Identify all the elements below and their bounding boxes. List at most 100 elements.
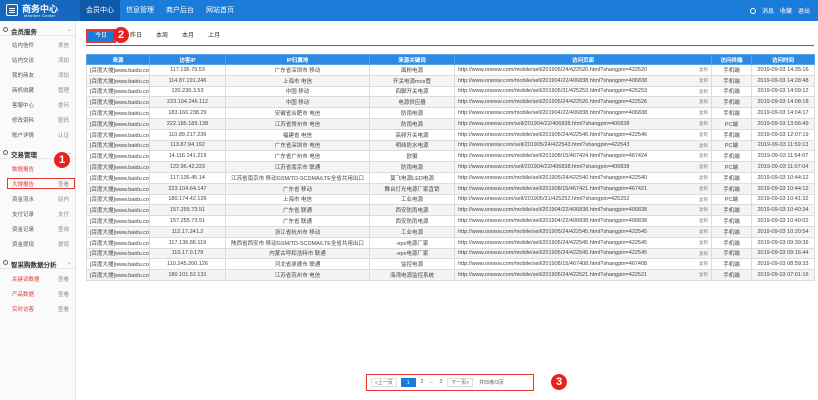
cell-text[interactable]: http://www.onwsw.com/sell/201904/22/4068… xyxy=(458,164,629,170)
tab-yesterday[interactable]: 昨日 xyxy=(130,30,142,42)
sidebar-item-action[interactable]: 查看 xyxy=(58,275,69,283)
sidebar-item-label[interactable]: 产品数据 xyxy=(12,290,34,298)
table-cell[interactable]: http://www.onwsw.com/mobile/sell/201905/… xyxy=(454,247,712,260)
table-cell[interactable]: http://www.onwsw.com/mobile/sell/201905/… xyxy=(454,225,712,238)
tab-this-week[interactable]: 本周 xyxy=(156,30,168,42)
copy-icon[interactable]: 复制 xyxy=(699,132,708,138)
tab-today[interactable]: 今日 xyxy=(86,29,117,43)
sidebar-item[interactable]: 商机收藏 管理 xyxy=(0,84,76,95)
cell-text[interactable]: http://www.onwsw.com/mobile/sell/201904/… xyxy=(458,78,647,84)
sidebar-item-action[interactable]: 密码 xyxy=(58,116,69,124)
sidebar-item[interactable]: 产品数据 查看 xyxy=(0,288,76,299)
sidebar-item-action[interactable]: 提问 xyxy=(58,101,69,109)
sidebar-item-action[interactable]: 站内 xyxy=(58,195,69,203)
table-cell[interactable]: http://www.onwsw.com/mobile/sell/201908/… xyxy=(454,182,712,195)
sidebar-item-label[interactable]: 我的商友 xyxy=(12,71,34,79)
cell-text[interactable]: http://www.onwsw.com/mobile/sell/201905/… xyxy=(458,67,647,73)
sidebar-item[interactable]: 资金流水 站内 xyxy=(0,193,76,204)
sidebar-item-action[interactable]: 发信 xyxy=(58,41,69,49)
sidebar-item[interactable]: 我的商友 添加 xyxy=(0,69,76,80)
sidebar-item-label[interactable]: 关键词数据 xyxy=(12,275,40,283)
user-icon[interactable] xyxy=(749,7,756,14)
table-cell[interactable]: http://www.onwsw.com/mobile/sell/201908/… xyxy=(454,150,712,163)
sidebar-item-label[interactable]: 站内交谈 xyxy=(12,56,34,64)
cell-text[interactable]: http://www.onwsw.com/mobile/sell/201905/… xyxy=(458,272,647,278)
sidebar-item-action[interactable]: 查看 xyxy=(58,305,69,313)
sidebar-section-procurement-analysis[interactable]: 智采购数据分析 ⌄ xyxy=(0,257,76,269)
cell-text[interactable]: http://www.onwsw.com/mobile/sell/201908/… xyxy=(458,261,647,267)
sidebar-item-label[interactable]: 客服中心 xyxy=(12,101,34,109)
sidebar-item-label[interactable]: 数据报告 xyxy=(12,165,34,173)
copy-icon[interactable]: 复制 xyxy=(699,207,708,213)
cell-text[interactable]: http://www.onwsw.com/mobile/sell/201908/… xyxy=(458,186,647,192)
copy-icon[interactable]: 复制 xyxy=(699,251,708,257)
table-cell[interactable]: http://www.onwsw.com/mobile/sell/201904/… xyxy=(454,215,712,227)
cell-text[interactable]: http://www.onwsw.com/mobile/sell/201905/… xyxy=(458,240,647,246)
page-button-3[interactable]: 3 xyxy=(438,378,444,387)
sidebar-item-label[interactable]: 大搜报告 xyxy=(12,180,34,188)
table-cell[interactable]: http://www.onwsw.com/sell/201904/22/4068… xyxy=(454,161,712,173)
sidebar-item-label[interactable]: 资金记录 xyxy=(12,225,34,233)
nav-site-home[interactable]: 网站首页 xyxy=(200,0,240,21)
logo[interactable]: 商务中心 Member Center xyxy=(0,0,80,21)
copy-icon[interactable]: 复制 xyxy=(699,110,708,116)
sidebar-item[interactable]: 支付记录 支付 xyxy=(0,208,76,219)
sidebar-item-label[interactable]: 实时访客 xyxy=(12,305,34,313)
sidebar-item-action[interactable]: 查看 xyxy=(58,180,69,188)
copy-icon[interactable]: 复制 xyxy=(699,197,708,203)
logout-link[interactable]: 退出 xyxy=(798,6,810,15)
nav-merchant-backend[interactable]: 商户后台 xyxy=(160,0,200,21)
copy-icon[interactable]: 复制 xyxy=(699,99,708,105)
copy-icon[interactable]: 复制 xyxy=(699,78,708,84)
sidebar-item-label[interactable]: 账户详情 xyxy=(12,131,34,139)
sidebar-item[interactable]: 站内交谈 添加 xyxy=(0,54,76,65)
cell-text[interactable]: http://www.onwsw.com/mobile/sell/201908/… xyxy=(458,153,647,159)
cell-text[interactable]: http://www.onwsw.com/mobile/sell/201905/… xyxy=(458,250,647,256)
copy-icon[interactable]: 复制 xyxy=(699,229,708,235)
sidebar-item-label[interactable]: 修改资料 xyxy=(12,116,34,124)
next-page-button[interactable]: 下一页» xyxy=(447,378,474,387)
message-link[interactable]: 消息 xyxy=(762,6,774,15)
cell-text[interactable]: http://www.onwsw.com/sell/201904/22/4068… xyxy=(458,121,629,127)
cell-text[interactable]: http://www.onwsw.com/mobile/sell/201904/… xyxy=(458,218,647,224)
sidebar-item-label[interactable]: 站内信件 xyxy=(12,41,34,49)
page-button-2[interactable]: 2 xyxy=(419,378,425,387)
table-cell[interactable]: http://www.onwsw.com/mobile/sell/201904/… xyxy=(454,204,712,217)
copy-icon[interactable]: 复制 xyxy=(699,121,708,127)
sidebar-item-search-report[interactable]: 大搜报告 查看 xyxy=(0,178,76,189)
copy-icon[interactable]: 复制 xyxy=(699,143,708,149)
sidebar-item[interactable]: 站内信件 发信 xyxy=(0,39,76,50)
sidebar-item-action[interactable]: 提现 xyxy=(58,240,69,248)
nav-info-management[interactable]: 信息管理 xyxy=(120,0,160,21)
sidebar-item-label[interactable]: 资金提现 xyxy=(12,240,34,248)
table-cell[interactable]: http://www.onwsw.com/sell/201904/22/4068… xyxy=(454,117,712,130)
sidebar-item-label[interactable]: 资金流水 xyxy=(12,195,34,203)
table-cell[interactable]: http://www.onwsw.com/mobile/sell/201904/… xyxy=(454,107,712,119)
table-cell[interactable]: http://www.onwsw.com/mobile/sell/201904/… xyxy=(454,74,712,87)
sidebar-item-action[interactable]: 认证 xyxy=(58,131,69,139)
tab-last-month[interactable]: 上月 xyxy=(208,30,220,42)
cell-text[interactable]: http://www.onwsw.com/mobile/sell/201905/… xyxy=(458,132,647,138)
copy-icon[interactable]: 复制 xyxy=(699,186,708,192)
table-cell[interactable]: http://www.onwsw.com/mobile/sell/201905/… xyxy=(454,236,712,249)
sidebar-item-label[interactable]: 商机收藏 xyxy=(12,86,34,94)
sidebar-item[interactable]: 客服中心 提问 xyxy=(0,99,76,110)
table-cell[interactable]: http://www.onwsw.com/mobile/sell/201908/… xyxy=(454,258,712,271)
collect-link[interactable]: 收藏 xyxy=(780,6,792,15)
copy-icon[interactable]: 复制 xyxy=(699,153,708,159)
table-cell[interactable]: http://www.onwsw.com/mobile/sell/201905/… xyxy=(454,269,712,281)
sidebar-section-member-service[interactable]: 会员服务 ⌄ xyxy=(0,24,76,36)
copy-icon[interactable]: 复制 xyxy=(699,261,708,267)
table-cell[interactable]: http://www.onwsw.com/mobile/sell/201905/… xyxy=(454,64,712,76)
cell-text[interactable]: http://www.onwsw.com/mobile/sell/201905/… xyxy=(458,88,647,94)
sidebar-item[interactable]: 资金提现 提现 xyxy=(0,238,76,249)
cell-text[interactable]: http://www.onwsw.com/sell/201905/24/4225… xyxy=(458,142,629,148)
cell-text[interactable]: http://www.onwsw.com/mobile/sell/201905/… xyxy=(458,99,647,105)
copy-icon[interactable]: 复制 xyxy=(699,175,708,181)
sidebar-item-action[interactable]: 添加 xyxy=(58,56,69,64)
table-cell[interactable]: http://www.onwsw.com/mobile/sell/201905/… xyxy=(454,171,712,184)
tab-this-month[interactable]: 本月 xyxy=(182,30,194,42)
sidebar-item-action[interactable]: 查询 xyxy=(58,225,69,233)
cell-text[interactable]: http://www.onwsw.com/mobile/sell/201904/… xyxy=(458,110,647,116)
sidebar-item-action[interactable]: 添加 xyxy=(58,71,69,79)
